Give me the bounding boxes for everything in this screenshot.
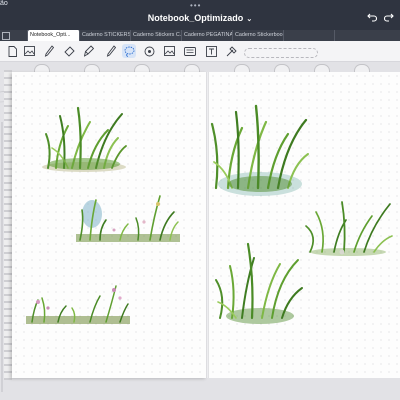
pencil-icon[interactable] [104,44,118,58]
image-picker-icon[interactable] [22,44,36,58]
grass-sticker-5[interactable] [302,196,394,258]
keyboard-icon[interactable] [183,44,197,58]
highlighter-icon[interactable] [82,44,96,58]
redo-icon[interactable] [383,11,394,25]
lasso-icon[interactable] [122,44,136,58]
notebook-rings [20,64,400,73]
lasso-selection-preview [244,48,318,58]
grass-sticker-4[interactable] [208,104,312,198]
notebook-title-text: Notebook_Optimizado [147,13,244,23]
tab-caderno-pegatinas[interactable]: Caderno PEGATINAS [182,30,233,41]
eraser-icon[interactable] [62,44,76,58]
grass-sticker-3[interactable] [24,282,132,328]
notebook-title[interactable]: Notebook_Optimizado ⌄ [0,13,400,23]
chevron-down-icon: ⌄ [246,16,253,23]
toolbar [0,41,400,62]
tab-caderno-stickers-c[interactable]: Caderno Stickers C... [131,30,182,41]
document-icon[interactable] [5,44,19,58]
laser-pointer-icon[interactable] [224,44,238,58]
tab-caderno-stickers[interactable]: Caderno STICKERS [80,30,131,41]
tab-caderno-stickerbook[interactable]: Caderno Stickerbook [233,30,284,41]
image-icon[interactable] [162,44,176,58]
pen-icon[interactable] [42,44,56,58]
tab-bar: Notebook_Opti... Caderno STICKERS Cadern… [0,30,400,41]
undo-icon[interactable] [367,11,378,25]
tab-notebook-optimizado[interactable]: Notebook_Opti... [28,30,80,41]
grass-sticker-2[interactable] [74,192,182,248]
tab-extra[interactable] [284,30,335,41]
grass-sticker-1[interactable] [38,104,130,174]
status-time: ão [0,0,8,7]
tab-add-button[interactable] [0,30,28,41]
title-bar: ão ••• Notebook_Optimizado ⌄ [0,0,400,30]
notebook-stack-edge [4,70,12,380]
text-icon[interactable] [204,44,218,58]
multitasking-dots[interactable]: ••• [190,1,201,10]
shapes-icon[interactable] [142,44,156,58]
grass-sticker-6[interactable] [214,240,306,326]
